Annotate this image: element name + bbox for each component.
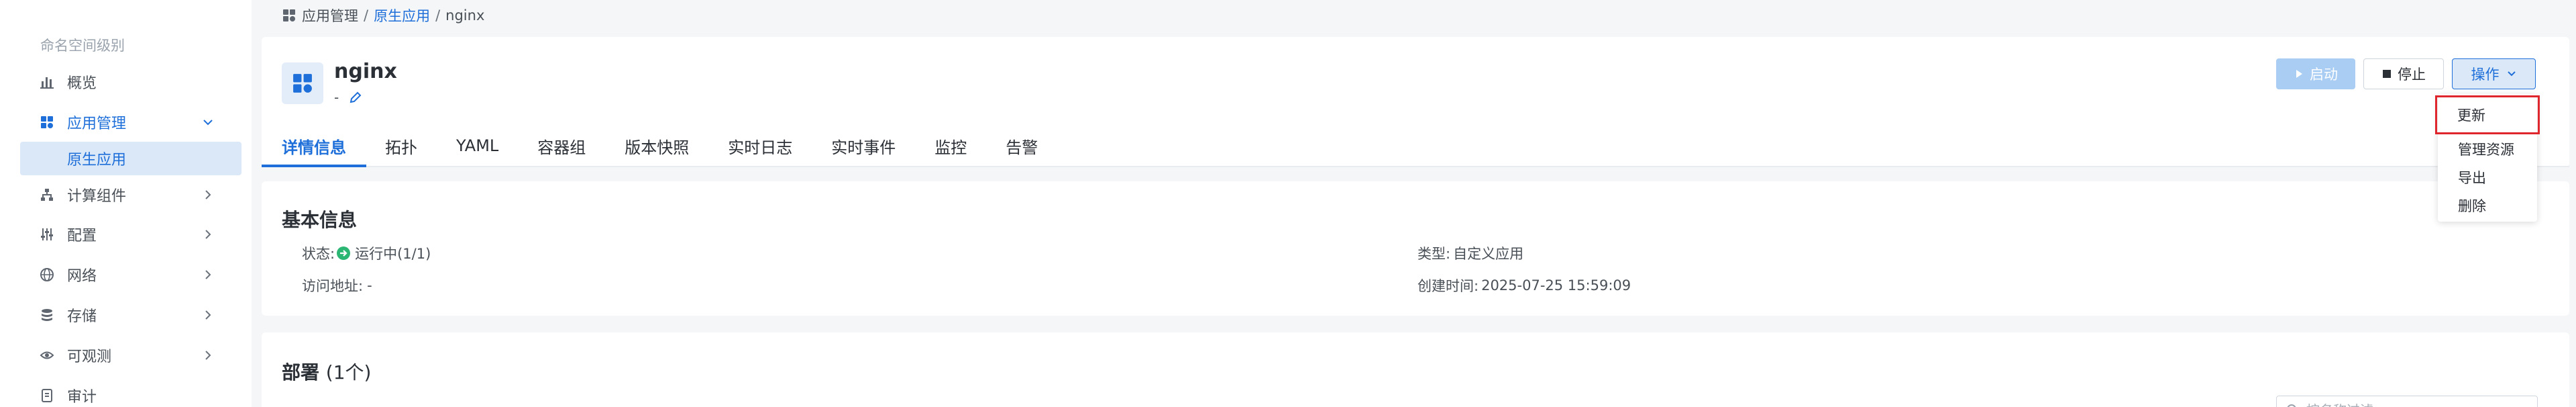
chevron-right-icon — [201, 228, 215, 241]
operations-button[interactable]: 操作 — [2452, 58, 2536, 89]
status-field: 状态: 运行中(1/1) — [302, 243, 431, 263]
search-input[interactable] — [2306, 402, 2521, 407]
deployment-count: (1个) — [325, 361, 372, 383]
search-icon — [2286, 404, 2300, 407]
app-header-card: nginx - 启动 停止 操作 详情信息 拓扑 YAML 容器组 版本快照 实… — [262, 37, 2569, 167]
sidebar-item-label: 可观测 — [67, 349, 112, 365]
stop-icon — [2381, 69, 2392, 79]
chevron-down-icon — [2506, 69, 2517, 79]
type-label: 类型: — [1417, 246, 1451, 262]
tab-pods[interactable]: 容器组 — [537, 124, 586, 167]
sidebar-item-label: 配置 — [67, 228, 97, 244]
start-button-label: 启动 — [2310, 66, 2338, 83]
chevron-right-icon — [201, 349, 215, 362]
eye-icon — [39, 347, 55, 363]
sliders-icon — [39, 226, 55, 242]
tab-snapshots[interactable]: 版本快照 — [625, 124, 689, 167]
grid-icon — [39, 114, 55, 130]
breadcrumb-separator: / — [364, 7, 369, 24]
stop-button[interactable]: 停止 — [2363, 58, 2444, 89]
status-label: 状态: — [302, 246, 335, 262]
breadcrumb-separator: / — [435, 7, 441, 24]
sidebar-item-label: 计算组件 — [67, 188, 127, 205]
chevron-down-icon — [201, 116, 215, 129]
app-description: - — [334, 89, 363, 105]
sidebar-item-config[interactable]: 配置 — [0, 217, 252, 252]
menu-item-delete[interactable]: 删除 — [2438, 192, 2537, 219]
nodes-icon — [39, 187, 55, 203]
access-address-field: 访问地址: - — [302, 275, 372, 296]
status-value: 运行中(1/1) — [355, 246, 431, 262]
app-name: nginx — [334, 60, 397, 83]
deployment-title-text: 部署 — [282, 361, 320, 383]
sidebar-item-app-management[interactable]: 应用管理 — [0, 105, 252, 140]
sidebar-item-observability[interactable]: 可观测 — [0, 338, 252, 373]
type-value: 自定义应用 — [1453, 246, 1524, 262]
chevron-right-icon — [201, 308, 215, 322]
app-icon — [282, 62, 323, 104]
created-time-label: 创建时间: — [1417, 278, 1479, 294]
tab-topology[interactable]: 拓扑 — [385, 124, 417, 167]
detail-tabs: 详情信息 拓扑 YAML 容器组 版本快照 实时日志 实时事件 监控 告警 — [262, 124, 1077, 167]
menu-item-export[interactable]: 导出 — [2438, 164, 2537, 191]
breadcrumb-native-app-link[interactable]: 原生应用 — [374, 5, 430, 26]
sidebar-group-title: 命名空间级别 — [40, 38, 125, 54]
globe-icon — [39, 267, 55, 283]
sidebar: 命名空间级别 概览 应用管理 原生应用 计算组件 配置 网络 存储 可观测 审计 — [0, 0, 252, 407]
tab-alerts[interactable]: 告警 — [1006, 124, 1038, 167]
database-icon — [39, 307, 55, 323]
sidebar-item-label: 存储 — [67, 308, 97, 325]
menu-item-manage-resources[interactable]: 管理资源 — [2438, 136, 2537, 163]
grid-icon — [282, 8, 297, 23]
type-field: 类型: 自定义应用 — [1417, 243, 1523, 263]
deployment-title: 部署 (1个) — [282, 358, 371, 385]
deployment-card: 部署 (1个) — [262, 332, 2569, 407]
sidebar-item-audit[interactable]: 审计 — [0, 378, 252, 407]
audit-icon — [39, 388, 55, 404]
access-address-value: - — [367, 277, 372, 293]
sidebar-subitem-native-app[interactable]: 原生应用 — [20, 142, 241, 175]
search-box[interactable] — [2276, 396, 2538, 407]
access-address-label: 访问地址: — [302, 278, 364, 294]
app-description-text: - — [334, 89, 339, 105]
sidebar-item-compute[interactable]: 计算组件 — [0, 177, 252, 212]
start-button[interactable]: 启动 — [2276, 58, 2355, 89]
breadcrumb-current: nginx — [445, 7, 485, 24]
sidebar-item-network[interactable]: 网络 — [0, 257, 252, 292]
chevron-right-icon — [201, 188, 215, 201]
operations-button-label: 操作 — [2471, 66, 2500, 83]
tab-details[interactable]: 详情信息 — [262, 124, 366, 167]
tab-realtime-logs[interactable]: 实时日志 — [728, 124, 792, 167]
sidebar-item-label: 应用管理 — [67, 116, 127, 132]
running-check-icon — [336, 246, 351, 261]
sidebar-item-label: 概览 — [67, 75, 97, 92]
play-icon — [2294, 69, 2304, 79]
tab-monitoring[interactable]: 监控 — [934, 124, 967, 167]
breadcrumb: 应用管理 / 原生应用 / nginx — [282, 5, 484, 26]
bar-chart-icon — [39, 74, 55, 90]
created-time-field: 创建时间: 2025-07-25 15:59:09 — [1417, 275, 1631, 296]
stop-button-label: 停止 — [2398, 66, 2426, 83]
sidebar-item-storage[interactable]: 存储 — [0, 298, 252, 332]
edit-pencil-icon[interactable] — [348, 90, 363, 105]
basic-info-card: 基本信息 状态: 运行中(1/1) 访问地址: - 类型: 自定义应用 创建时间… — [262, 181, 2569, 316]
basic-info-title: 基本信息 — [282, 209, 358, 231]
operations-dropdown-menu: 更新 管理资源 导出 删除 — [2435, 94, 2540, 222]
breadcrumb-root[interactable]: 应用管理 — [302, 5, 358, 26]
sidebar-item-label: 网络 — [67, 268, 97, 285]
tab-realtime-events[interactable]: 实时事件 — [831, 124, 896, 167]
tab-yaml[interactable]: YAML — [456, 124, 498, 167]
menu-item-update[interactable]: 更新 — [2435, 95, 2540, 134]
created-time-value: 2025-07-25 15:59:09 — [1481, 277, 1631, 293]
sidebar-item-label: 审计 — [67, 389, 97, 406]
sidebar-item-overview[interactable]: 概览 — [0, 64, 252, 99]
chevron-right-icon — [201, 268, 215, 281]
